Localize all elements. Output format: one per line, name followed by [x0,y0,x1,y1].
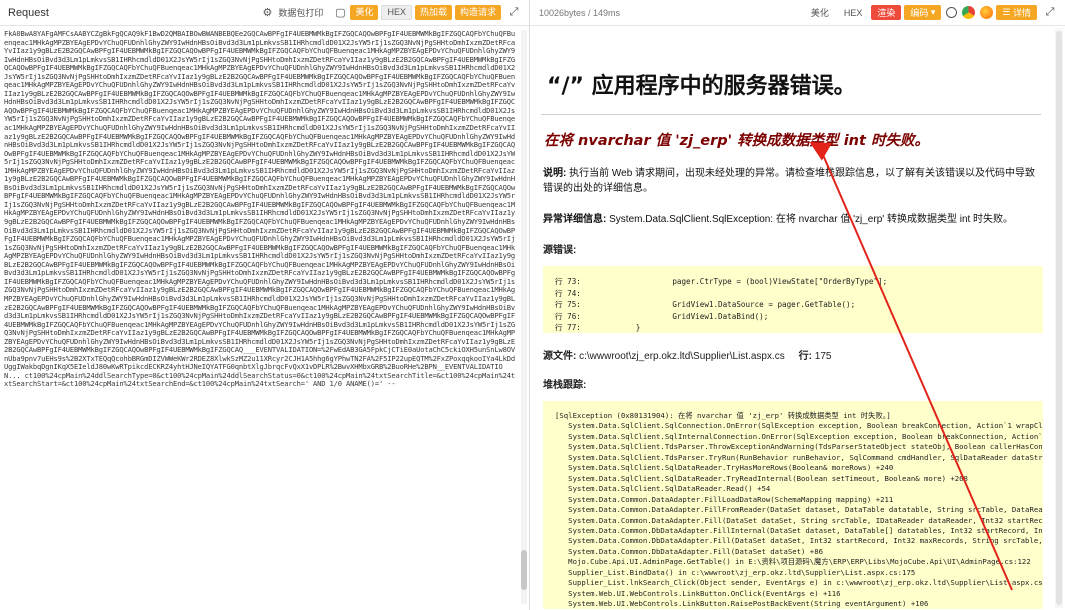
hot-reload-button[interactable]: 热加载 [414,5,452,20]
expand-icon[interactable]: ⤢ [507,6,521,20]
request-scrollbar[interactable] [521,30,527,604]
raw-request-body[interactable]: FkA0BwA8YAFgAMFCsAABYCZgBkFgQCAQ9kF1BwD2… [4,30,515,606]
build-request-button[interactable]: 构造请求 [454,5,501,20]
print-icon[interactable]: ▢ [333,6,347,20]
details-label: 详情 [1012,8,1031,18]
rendered-response: “/” 应用程序中的服务器错误。 在将 nvarchar 值 'zj_erp' … [531,26,1051,610]
description-text: 执行当前 Web 请求期间，出现未经处理的异常。请检查堆栈跟踪信息，以了解有关该… [543,168,1036,194]
firefox-icon[interactable] [980,6,994,19]
response-meta: 10026bytes / 149ms [539,7,621,18]
request-header: Request ⚙ 数据包打印 ▢ 美化 HEX 热加载 构造请求 ⤢ [0,0,529,26]
response-header: 10026bytes / 149ms 美化 HEX 渲染 编码 ▾ ☰ 详情 ⤢ [531,0,1065,26]
page-title: “/” 应用程序中的服务器错误。 [547,74,856,99]
source-file-line: 源文件: c:\wwwroot\zj_erp.okz.ltd\Supplier\… [543,347,1041,362]
request-title: Request [8,6,49,19]
settings-icon[interactable]: ⚙ [260,6,274,20]
source-file-label: 源文件: [543,351,577,362]
request-panel: Request ⚙ 数据包打印 ▢ 美化 HEX 热加载 构造请求 ⤢ FkA0… [0,0,530,610]
encoding-button[interactable]: 编码 ▾ [904,5,942,20]
title-divider [541,114,1041,115]
render-button[interactable]: 渲染 [871,5,902,20]
response-panel: 10026bytes / 149ms 美化 HEX 渲染 编码 ▾ ☰ 详情 ⤢… [531,0,1065,610]
source-error-code: 行 73: pager.CtrType = (bool)ViewState["O… [543,266,1043,333]
exception-details: 异常详细信息: System.Data.SqlClient.SqlExcepti… [543,212,1041,227]
response-beautify-button[interactable]: 美化 [805,5,835,20]
source-file-path: c:\wwwroot\zj_erp.okz.ltd\Supplier\List.… [579,351,785,362]
chrome-icon[interactable] [962,6,976,19]
encoding-label: 编码 [910,8,929,18]
print-packet-label: 数据包打印 [278,8,324,18]
line-value: 175 [814,351,832,362]
exception-label: 异常详细信息: [543,214,607,225]
details-button[interactable]: ☰ 详情 [996,5,1037,20]
stack-trace-code: [SqlException (0x80131904): 在将 nvarchar … [543,401,1043,609]
response-scrollbar-thumb[interactable] [1056,31,1062,605]
search-icon[interactable] [946,7,958,18]
description: 说明: 执行当前 Web 请求期间，出现未经处理的异常。请检查堆栈跟踪信息，以了… [543,166,1041,196]
response-hex-button[interactable]: HEX [838,5,869,20]
beautify-button[interactable]: 美化 [350,5,379,20]
exception-text: System.Data.SqlClient.SqlException: 在将 n… [609,214,1014,225]
error-heading: 在将 nvarchar 值 'zj_erp' 转换成数据类型 int 时失败。 [544,133,929,149]
description-label: 说明: [543,168,567,179]
request-scrollbar-thumb[interactable] [521,550,527,590]
hex-button[interactable]: HEX [381,5,412,20]
stack-trace-label: 堆栈跟踪: [543,380,587,391]
response-scrollbar[interactable] [1055,28,1063,608]
line-label: 行: [798,351,813,362]
source-error-label: 源错误: [543,245,577,256]
response-expand-icon[interactable]: ⤢ [1043,6,1057,20]
